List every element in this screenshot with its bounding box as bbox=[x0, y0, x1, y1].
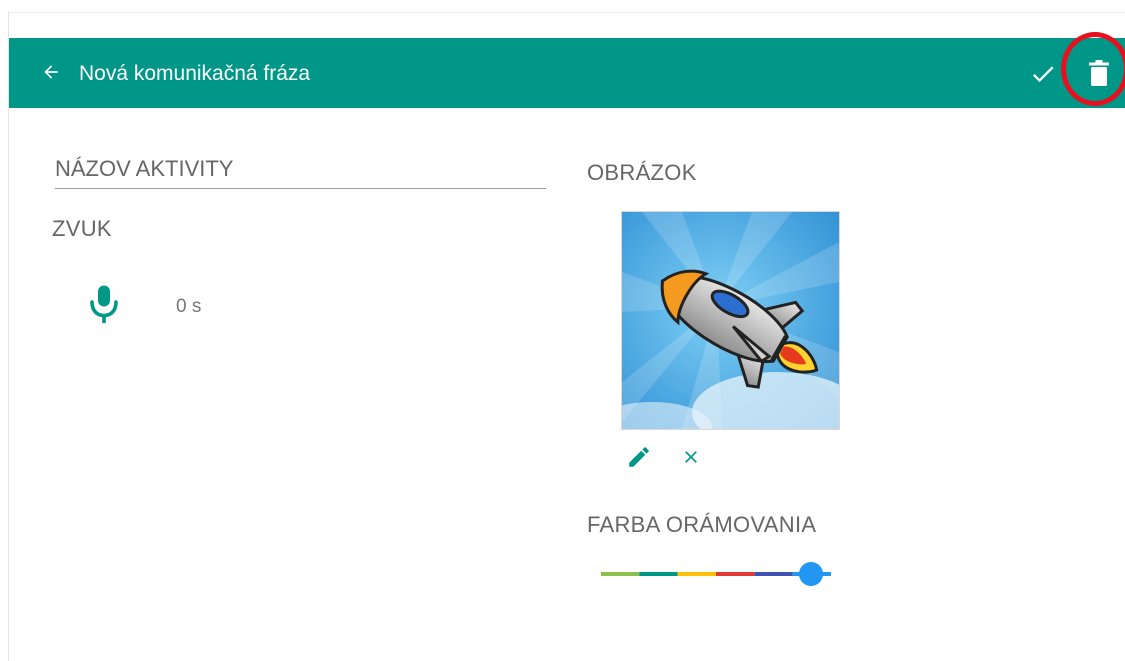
sound-duration: 0 s bbox=[176, 296, 202, 317]
picture-label: OBRÁZOK bbox=[587, 160, 697, 185]
color-option-2[interactable] bbox=[677, 572, 716, 576]
color-option-0[interactable] bbox=[601, 572, 640, 576]
arrow-back-icon bbox=[44, 65, 58, 79]
color-option-3[interactable] bbox=[716, 572, 755, 576]
border-color-slider[interactable] bbox=[598, 558, 838, 590]
activity-name-input[interactable] bbox=[55, 150, 546, 189]
record-sound-button[interactable] bbox=[84, 283, 124, 327]
back-button[interactable] bbox=[37, 58, 65, 86]
slider-thumb[interactable] bbox=[799, 562, 823, 586]
app-toolbar: Nová komunikačná fráza bbox=[9, 38, 1125, 108]
activity-picture[interactable] bbox=[621, 211, 840, 430]
check-icon bbox=[1032, 66, 1054, 83]
toolbar-title: Nová komunikačná fráza bbox=[79, 62, 311, 85]
screen-frame bbox=[8, 12, 1125, 661]
rocket-image bbox=[622, 212, 839, 429]
close-icon bbox=[685, 451, 697, 463]
color-option-4[interactable] bbox=[754, 572, 793, 576]
microphone-icon bbox=[90, 285, 118, 323]
save-button[interactable] bbox=[1027, 58, 1059, 90]
border-color-label: FARBA ORÁMOVANIA bbox=[587, 512, 817, 537]
delete-button[interactable] bbox=[1083, 56, 1115, 90]
color-option-1[interactable] bbox=[639, 572, 678, 576]
trash-icon bbox=[1089, 60, 1109, 86]
sound-label: ZVUK bbox=[52, 216, 112, 241]
edit-picture-button[interactable] bbox=[624, 442, 654, 472]
pencil-icon bbox=[629, 447, 649, 467]
remove-picture-button[interactable] bbox=[678, 444, 704, 470]
